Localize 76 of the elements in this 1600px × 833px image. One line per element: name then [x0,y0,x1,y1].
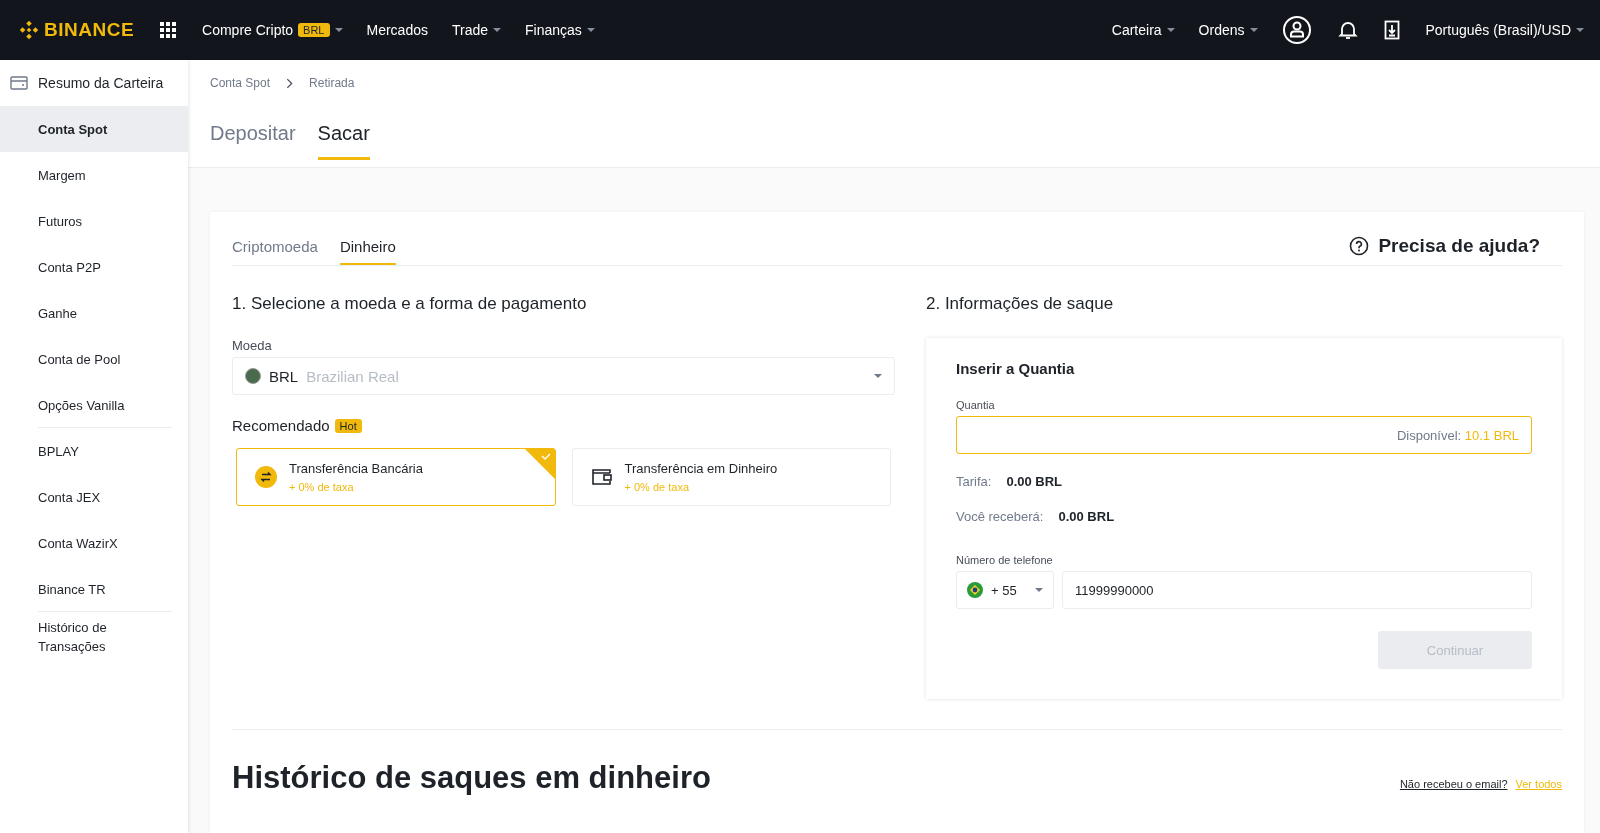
receive-value: 0.00 BRL [1058,509,1115,524]
sidebar-item[interactable]: Ganhe [0,290,188,336]
field-label: Número de telefone [956,554,1054,566]
available-balance: Disponível: 10.1 BRL [1396,427,1519,443]
help-link[interactable]: Precisa de ajuda? [1378,234,1540,257]
hot-badge: Hot [334,418,362,433]
app-grid-icon[interactable] [160,22,177,38]
caret-icon [493,28,502,32]
email-question-link[interactable]: Não recebeu o email? [1399,778,1508,790]
sidebar-item[interactable]: Histórico de Transações [0,612,188,656]
sidebar-item[interactable]: Resumo da Carteira [38,75,164,91]
method-name: Transferência em Dinheiro [624,461,778,476]
method-fee: + 0% de taxa [289,481,355,493]
receive-label: Você receberá: [956,509,1044,524]
sidebar-item[interactable]: Conta Spot [0,106,188,152]
method-tab[interactable]: Dinheiro [339,232,396,265]
currency-select[interactable]: BRL Brazilian Real [232,357,895,395]
dropdown-caret-icon [1035,588,1043,592]
logo-text: BINANCE [44,19,135,41]
method-tab[interactable]: Criptomoeda [232,232,318,265]
sidebar-item[interactable]: Binance TR [0,566,188,612]
notification-bell-icon[interactable] [1337,20,1358,40]
help-icon [1349,235,1370,256]
wallet-icon [590,468,613,486]
diamond-logo-icon [18,19,40,41]
nav-menu-item[interactable]: Compre Cripto BRL [202,22,343,38]
amount-field[interactable]: Disponível: 10.1 BRL [956,416,1532,454]
section-title: 1. Selecione a moeda e a forma de pagamento [232,294,588,314]
currency-coin-icon [245,368,261,384]
nav-menu-item[interactable]: Ordens [1198,22,1258,38]
caret-icon [334,28,343,32]
caret-icon [1576,28,1584,32]
country-code-select[interactable]: + 55 [956,571,1054,609]
transfer-arrows-icon [255,466,277,488]
page-tab[interactable]: Depositar [210,106,296,160]
selected-check-icon [524,449,555,479]
section-title: 2. Informações de saque [926,294,1115,314]
caret-icon [586,28,595,32]
payment-method-option[interactable]: Transferência em Dinheiro + 0% de taxa [571,448,891,506]
sidebar-item[interactable]: Futuros [0,198,188,244]
language-selector[interactable]: Português (Brasil)/USD [1425,22,1584,38]
user-profile-icon[interactable] [1281,15,1312,45]
method-fee: + 0% de taxa [624,481,691,493]
field-label: Moeda [232,338,273,353]
sidebar-item[interactable]: BPLAY [0,428,188,474]
sidebar-item[interactable]: Conta WazirX [0,520,188,566]
breadcrumb-link[interactable]: Conta Spot [210,76,271,90]
sidebar-item[interactable]: Opções Vanilla [0,382,188,428]
form-title: Inserir a Quantia [956,360,1076,377]
download-icon[interactable] [1383,20,1400,40]
dropdown-caret-icon [874,374,882,378]
currency-badge: BRL [298,23,330,37]
fee-value: 0.00 BRL [1006,474,1063,489]
recommended-label: Recomendado [232,417,330,434]
caret-icon [1249,28,1258,32]
nav-menu-item[interactable]: Mercados [366,22,428,38]
chevron-right-icon [286,77,294,89]
method-name: Transferência Bancária [289,461,423,476]
field-label: Quantia [956,399,996,411]
sidebar-item[interactable]: Conta de Pool [0,336,188,382]
flag-icon [967,582,983,598]
sidebar-item[interactable]: Conta P2P [0,244,188,290]
payment-method-option[interactable]: Transferência Bancária + 0% de taxa [236,448,556,506]
sidebar-item[interactable]: Margem [0,152,188,198]
nav-menu-item[interactable]: Carteira [1111,22,1175,38]
history-title: Histórico de saques em dinheiro [232,760,711,796]
fee-label: Tarifa: [956,474,992,489]
nav-menu-item[interactable]: Finanças [525,22,595,38]
phone-input-field[interactable]: 11999990000 [1062,571,1532,609]
nav-menu-item[interactable]: Trade [451,22,502,38]
breadcrumb-current: Retirada [309,76,355,90]
sidebar-item[interactable]: Conta JEX [0,474,188,520]
page-tab[interactable]: Sacar [317,106,370,160]
wallet-icon [10,76,28,90]
caret-icon [1166,28,1175,32]
logo[interactable]: BINANCE [18,19,135,41]
